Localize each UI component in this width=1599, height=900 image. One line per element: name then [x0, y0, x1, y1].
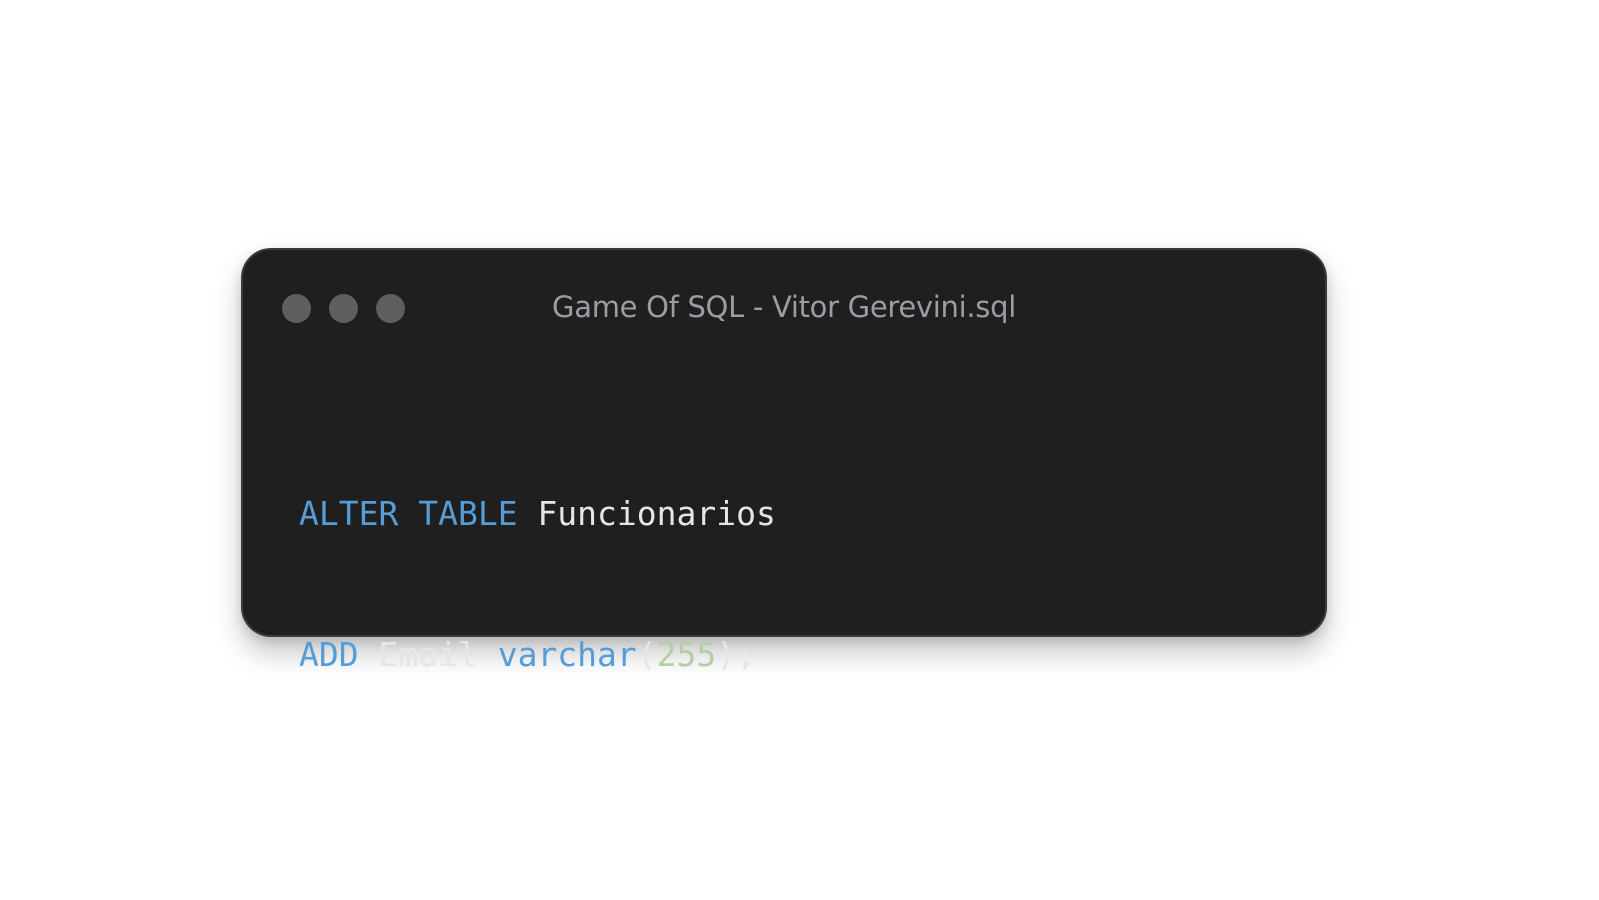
code-line-1: ALTER TABLE Funcionarios: [299, 490, 776, 537]
sql-identifier: Email: [378, 635, 478, 674]
sql-identifier: Funcionarios: [537, 494, 776, 533]
sql-keyword: ADD: [299, 635, 359, 674]
sql-keyword: ALTER: [299, 494, 399, 533]
sql-punctuation: );: [716, 635, 757, 674]
code-editor[interactable]: ALTER TABLE Funcionarios ADD Email varch…: [299, 396, 776, 772]
sql-punctuation: (: [636, 635, 657, 674]
sql-type-keyword: varchar: [497, 635, 637, 674]
sql-number: 255: [656, 635, 717, 674]
sql-keyword: TABLE: [418, 494, 518, 533]
code-window: Game Of SQL - Vitor Gerevini.sql ALTER T…: [241, 248, 1327, 674]
window-title: Game Of SQL - Vitor Gerevini.sql: [552, 290, 1016, 324]
code-line-2: ADD Email varchar(255);: [299, 631, 776, 678]
